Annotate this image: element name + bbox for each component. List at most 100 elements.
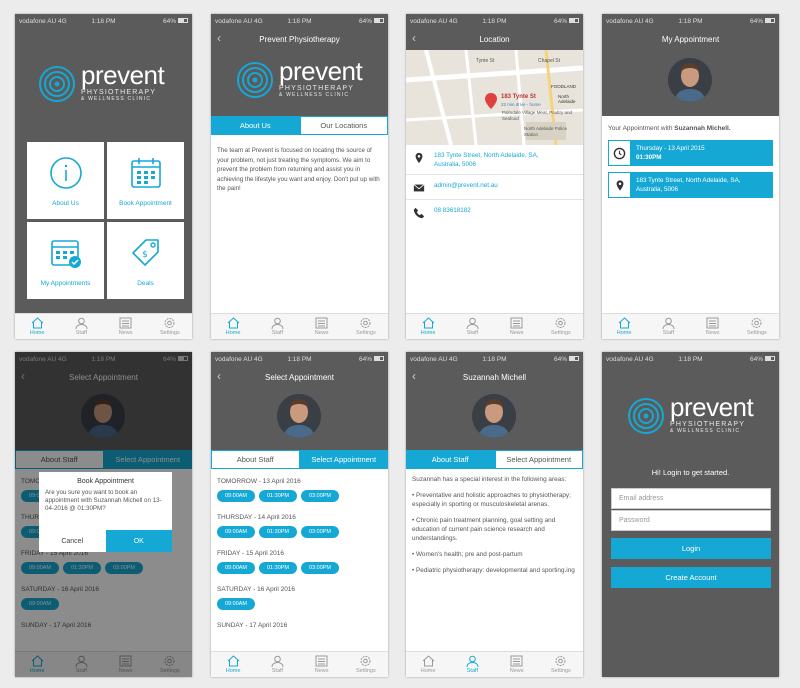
time-slot-button[interactable]: 03:00PM	[301, 490, 339, 502]
map-palmdale-label: Palmdale Village Meat, Poultry and Seafo…	[502, 110, 572, 121]
tab-staff[interactable]: Staff	[59, 314, 103, 339]
tab-news[interactable]: News	[300, 652, 344, 677]
location-map[interactable]: 183 Tynte St 22 min drive - home Tynte S…	[406, 50, 583, 145]
phone-select-appointment-screen: vodafone AU 4G 1:18 PM 64% ‹ Select Appoint…	[211, 352, 388, 677]
time-slot-button[interactable]: 09:00AM	[217, 526, 255, 538]
tab-bar: Home Staff News Settings	[211, 651, 388, 677]
time-slot-button[interactable]: 09:00AM	[217, 490, 255, 502]
tab-home[interactable]: Home	[406, 652, 450, 677]
book-appointment-tile[interactable]: Book Appointment	[107, 142, 184, 219]
cancel-button[interactable]: Cancel	[39, 530, 106, 552]
phone-login-screen: vodafone AU 4G 1:18 PM 64% prevent PHYSIOTH…	[602, 352, 779, 677]
tab-home[interactable]: Home	[602, 314, 646, 339]
nav-bar: My Appointment	[602, 28, 779, 50]
time-slot-button[interactable]: 01:30PM	[259, 562, 297, 574]
password-field[interactable]: Password	[611, 510, 771, 531]
tab-select-appointment[interactable]: Select Appointment	[494, 450, 583, 469]
tab-home[interactable]: Home	[211, 652, 255, 677]
tab-settings[interactable]: Settings	[344, 652, 388, 677]
tab-news-label: News	[118, 330, 133, 336]
tab-home-label: Home	[420, 668, 436, 674]
nav-bar: ‹ Suzannah Michell	[406, 366, 583, 388]
tab-news[interactable]: News	[495, 652, 539, 677]
tab-news-label: News	[705, 330, 720, 336]
back-chevron-icon[interactable]: ‹	[217, 370, 221, 382]
battery-icon	[374, 18, 384, 24]
tab-news[interactable]: News	[495, 314, 539, 339]
create-account-button[interactable]: Create Account	[611, 567, 771, 588]
avatar	[472, 394, 516, 438]
location-pin-icon	[616, 179, 623, 191]
tab-news[interactable]: News	[300, 314, 344, 339]
day-label: SATURDAY - 16 April 2016	[217, 586, 296, 593]
tab-news[interactable]: News	[104, 314, 148, 339]
tab-select-appointment[interactable]: Select Appointment	[299, 450, 388, 469]
tab-staff[interactable]: Staff	[646, 314, 690, 339]
tab-about-staff[interactable]: About Staff	[406, 450, 495, 469]
time-slot-button[interactable]: 03:00PM	[301, 562, 339, 574]
appointment-address-card[interactable]: 183 Tynte Street, North Adelaide, SA, Au…	[608, 172, 773, 198]
tab-settings[interactable]: Settings	[539, 652, 583, 677]
tab-settings[interactable]: Settings	[344, 314, 388, 339]
tab-home[interactable]: Home	[211, 314, 255, 339]
email-icon	[413, 184, 425, 192]
tab-staff[interactable]: Staff	[450, 652, 494, 677]
about-us-tile[interactable]: About Us	[27, 142, 104, 219]
email-field[interactable]: Email address	[611, 488, 771, 509]
tab-staff[interactable]: Staff	[255, 314, 299, 339]
tab-settings[interactable]: Settings	[148, 314, 192, 339]
phone-icon	[413, 207, 425, 219]
tab-news[interactable]: News	[691, 314, 735, 339]
phone-text: 08 83618182	[434, 207, 471, 214]
tag-icon: $	[131, 239, 159, 266]
time-slot-button[interactable]: 09:00AM	[217, 562, 255, 574]
status-bar: vodafone AU 4G 1:18 PM 64%	[602, 352, 779, 366]
tab-about-staff[interactable]: About Staff	[211, 450, 300, 469]
staff-bio-item: • Chronic pain treatment planning, goal …	[412, 517, 556, 542]
email-row[interactable]: admin@prevent.net.au	[406, 182, 583, 194]
tab-bar: Home Staff News Settings	[406, 313, 583, 339]
back-chevron-icon[interactable]: ‹	[412, 32, 416, 44]
tab-staff[interactable]: Staff	[450, 314, 494, 339]
back-chevron-icon[interactable]: ‹	[412, 370, 416, 382]
tab-settings[interactable]: Settings	[539, 314, 583, 339]
tab-home[interactable]: Home	[15, 314, 59, 339]
gear-icon	[555, 318, 566, 328]
staff-icon	[75, 317, 88, 329]
address-row[interactable]: 183 Tynte Street, North Adelaide, SA, Au…	[406, 152, 583, 169]
tab-settings-label: Settings	[355, 668, 376, 674]
logo-swirl-icon	[39, 66, 75, 102]
tab-home-label: Home	[225, 330, 241, 336]
phone-row[interactable]: 08 83618182	[406, 207, 583, 219]
tab-about-us[interactable]: About Us	[211, 116, 300, 135]
tab-staff[interactable]: Staff	[255, 652, 299, 677]
brand-line1: PHYSIOTHERAPY	[81, 89, 157, 96]
page-title: Suzannah Michell	[462, 372, 527, 382]
time-slot-button[interactable]: 03:00PM	[301, 526, 339, 538]
deals-tile[interactable]: $ Deals	[107, 222, 184, 299]
battery-label: 64%	[358, 355, 372, 363]
gear-icon	[751, 318, 762, 328]
nav-bar: ‹ Select Appointment	[211, 366, 388, 388]
login-button[interactable]: Login	[611, 538, 771, 559]
ok-button[interactable]: OK	[105, 530, 172, 552]
tab-our-locations[interactable]: Our Locations	[299, 116, 388, 135]
staff-icon	[271, 655, 284, 667]
appointment-intro: Your Appointment with Suzannah Michell.	[608, 125, 731, 132]
status-bar: vodafone AU 4G 1:18 PM 64%	[406, 352, 583, 366]
intro-text: Your Appointment with	[608, 125, 673, 132]
deals-label: Deals	[137, 280, 154, 287]
divider	[406, 174, 583, 175]
tab-settings[interactable]: Settings	[735, 314, 779, 339]
back-chevron-icon[interactable]: ‹	[217, 32, 221, 44]
time-slot-button[interactable]: 01:30PM	[259, 490, 297, 502]
brand-line2: & WELLNESS CLINIC	[670, 428, 741, 434]
battery-icon	[374, 356, 384, 362]
staff-bio-item: • Preventative and holistic approaches t…	[412, 492, 571, 508]
my-appointments-tile[interactable]: My Appointments	[27, 222, 104, 299]
map-north-adelaide-label: North Adelaide	[558, 94, 576, 104]
tab-home[interactable]: Home	[406, 314, 450, 339]
staff-bio: Suzannah has a special interest in the f…	[412, 475, 577, 582]
time-slot-button[interactable]: 09:00AM	[217, 598, 255, 610]
time-slot-button[interactable]: 01:30PM	[259, 526, 297, 538]
